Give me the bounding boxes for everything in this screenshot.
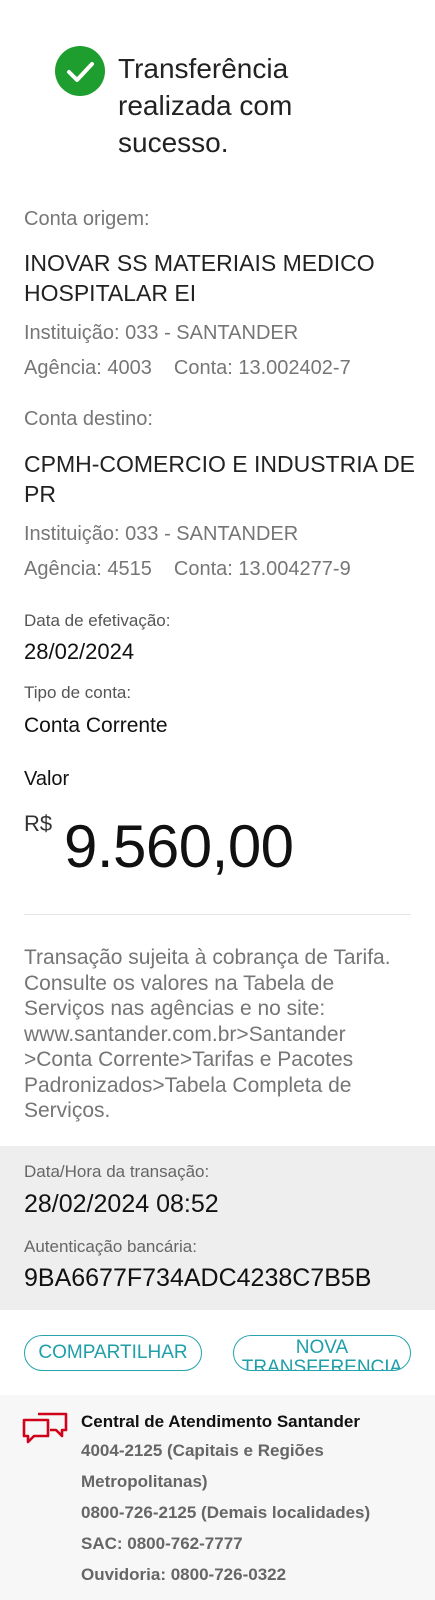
transaction-datetime-label: Data/Hora da transação:: [24, 1162, 210, 1181]
contact-line: SAC: 0800-762-7777: [81, 1534, 243, 1553]
contact-line: Ouvidoria: 0800-726-0322: [81, 1565, 287, 1584]
destination-account-label: Conta destino:: [24, 408, 153, 430]
transaction-details-panel: Data/Hora da transação: 28/02/2024 08:52…: [0, 1146, 435, 1310]
origin-account-name: INOVAR SS MATERIAIS MEDICO HOSPITALAR EI: [24, 250, 375, 306]
origin-account-label: Conta origem:: [24, 208, 150, 230]
destination-account-name: CPMH-COMERCIO E INDUSTRIA DE PR: [24, 451, 416, 507]
contact-section: Central de Atendimento Santander 4004-21…: [0, 1395, 435, 1600]
share-button[interactable]: COMPARTILHAR: [24, 1335, 202, 1371]
auth-code-value: 9BA6677F734ADC4238C7B5B: [24, 1264, 372, 1292]
divider: [24, 914, 411, 915]
success-title: Transferência realizada com sucesso.: [118, 53, 293, 158]
account-type-value: Conta Corrente: [24, 714, 168, 737]
contact-line: 0800-726-2125 (Demais localidades): [81, 1503, 371, 1522]
check-circle-icon: [55, 46, 105, 96]
chat-bubbles-icon: [22, 1410, 70, 1455]
destination-branch-account: Agência: 4515 Conta: 13.004277-9: [24, 558, 351, 581]
success-header: Transferência realizada com sucesso.: [0, 0, 435, 190]
origin-institution: Instituição: 033 - SANTANDER: [24, 322, 299, 344]
new-transfer-button[interactable]: NOVA TRANSFERENCIA: [233, 1335, 411, 1371]
destination-account-number: Conta: 13.004277-9: [173, 558, 351, 580]
origin-branch: Agência: 4003: [24, 357, 152, 379]
contact-line: Metropolitanas): [81, 1472, 208, 1491]
fee-disclaimer: Transação sujeita à cobrança de Tarifa. …: [24, 946, 391, 1122]
account-type-label: Tipo de conta:: [24, 683, 132, 702]
effective-date-label: Data de efetivação:: [24, 611, 171, 630]
destination-institution: Instituição: 033 - SANTANDER: [24, 523, 299, 545]
transaction-datetime-value: 28/02/2024 08:52: [24, 1190, 219, 1218]
effective-date-value: 28/02/2024: [24, 639, 135, 664]
origin-branch-account: Agência: 4003 Conta: 13.002402-7: [24, 357, 351, 380]
amount-label: Valor: [24, 768, 70, 790]
origin-account-number: Conta: 13.002402-7: [173, 357, 351, 379]
currency-symbol: R$: [24, 811, 53, 836]
contact-title: Central de Atendimento Santander: [81, 1412, 360, 1431]
contact-line: 4004-2125 (Capitais e Regiões: [81, 1441, 324, 1460]
amount-value: 9.560,00: [64, 813, 294, 880]
auth-code-label: Autenticação bancária:: [24, 1237, 197, 1256]
destination-branch: Agência: 4515: [24, 558, 152, 580]
